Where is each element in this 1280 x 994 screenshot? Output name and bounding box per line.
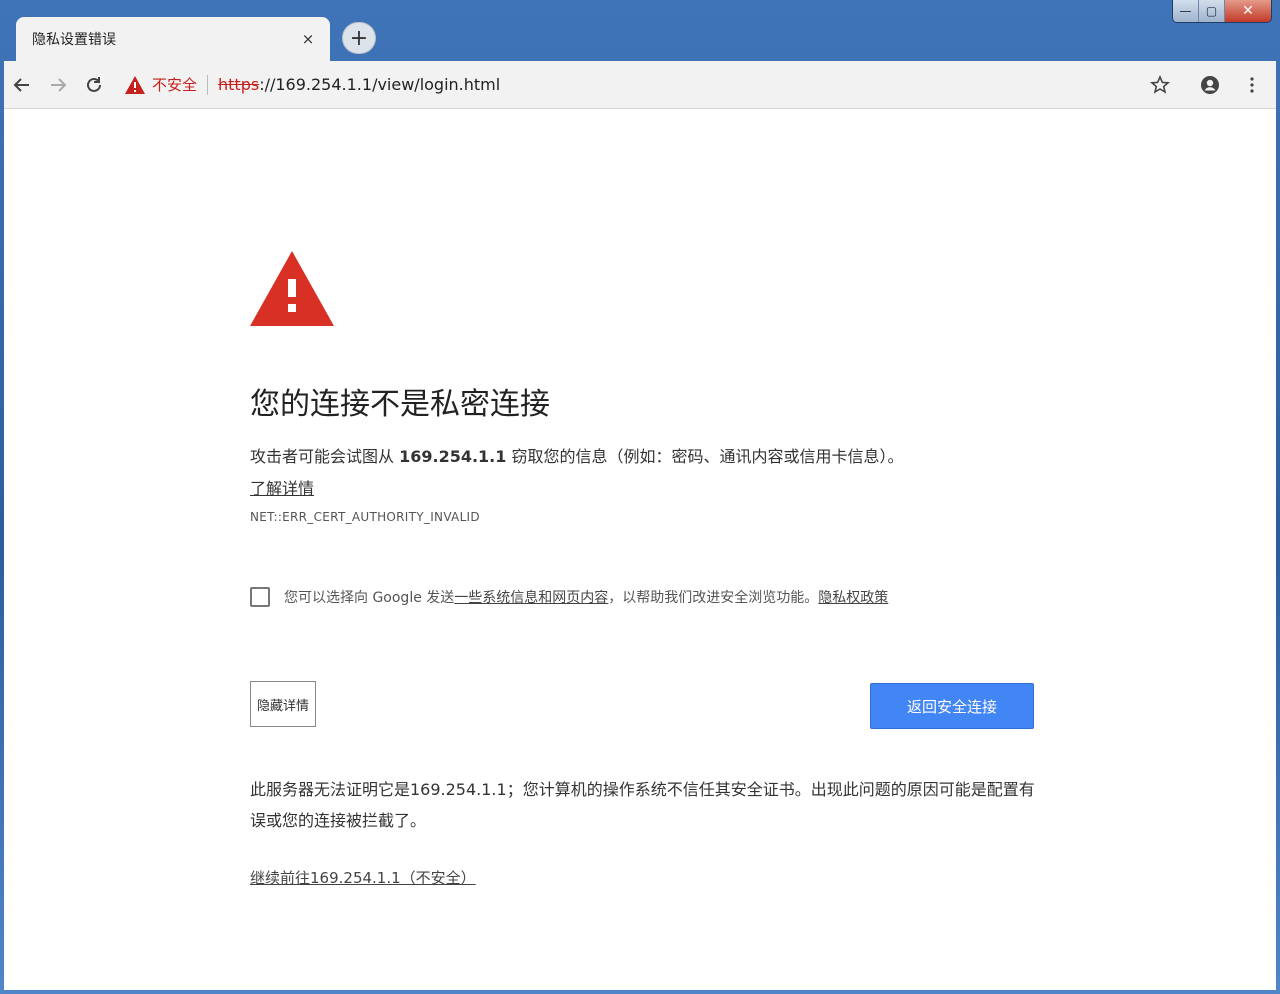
url-scheme: https [218,75,260,94]
explanation-text: 攻击者可能会试图从 169.254.1.1 窃取您的信息（例如：密码、通讯内容或… [250,443,903,467]
warning-triangle-icon [250,251,334,326]
tab-active[interactable]: 隐私设置错误 × [16,17,330,61]
back-to-safety-button[interactable]: 返回安全连接 [870,683,1034,729]
learn-more-link[interactable]: 了解详情 [250,475,314,499]
maximize-button[interactable]: ▢ [1199,0,1225,22]
warning-icon[interactable] [124,75,146,95]
details-text: 此服务器无法证明它是169.254.1.1；您计算机的操作系统不信任其安全证书。… [250,780,1035,830]
tab-title: 隐私设置错误 [32,32,116,48]
browser-window: — ▢ ✕ 隐私设置错误 × + 不安全 https://169.254.1.1… [0,0,1280,994]
explanation-suffix: 窃取您的信息（例如：密码、通讯内容或信用卡信息）。 [506,447,904,466]
page-content: 您的连接不是私密连接 攻击者可能会试图从 169.254.1.1 窃取您的信息（… [4,109,1276,990]
reload-icon[interactable] [76,67,112,103]
explanation-host: 169.254.1.1 [399,447,507,466]
back-arrow-icon[interactable] [4,67,40,103]
window-controls: — ▢ ✕ [1172,0,1272,23]
forward-arrow-icon[interactable] [40,67,76,103]
minimize-button[interactable]: — [1173,0,1199,22]
address-bar[interactable]: 不安全 https://169.254.1.1/view/login.html [118,68,1134,102]
more-vert-icon[interactable] [1234,67,1270,103]
explanation-prefix: 攻击者可能会试图从 [250,447,400,466]
close-icon[interactable]: × [298,29,318,49]
new-tab-button[interactable]: + [342,22,376,54]
optin-details-link[interactable]: 一些系统信息和网页内容 [454,587,608,607]
hide-details-button[interactable]: 隐藏详情 [250,681,316,727]
optin-checkbox[interactable] [250,587,270,607]
proceed-unsafe-link[interactable]: 继续前往169.254.1.1（不安全） [250,867,476,888]
privacy-policy-link[interactable]: 隐私权政策 [818,587,888,607]
page-title: 您的连接不是私密连接 [250,387,550,422]
error-code: NET::ERR_CERT_AUTHORITY_INVALID [250,510,480,524]
star-icon[interactable] [1142,67,1178,103]
url-text: ://169.254.1.1/view/login.html [259,75,501,94]
optin-middle: ，以帮助我们改进安全浏览功能。 [608,590,819,606]
omnibox-divider [207,74,209,95]
safe-browsing-optin: 您可以选择向 Google 发送 一些系统信息和网页内容 ，以帮助我们改进安全浏览功… [250,587,888,607]
security-status-label[interactable]: 不安全 [152,74,197,95]
account-icon[interactable] [1192,67,1228,103]
optin-prefix: 您可以选择向 Google 发送 [284,590,455,606]
browser-toolbar: 不安全 https://169.254.1.1/view/login.html [4,61,1276,109]
close-window-button[interactable]: ✕ [1225,0,1271,22]
